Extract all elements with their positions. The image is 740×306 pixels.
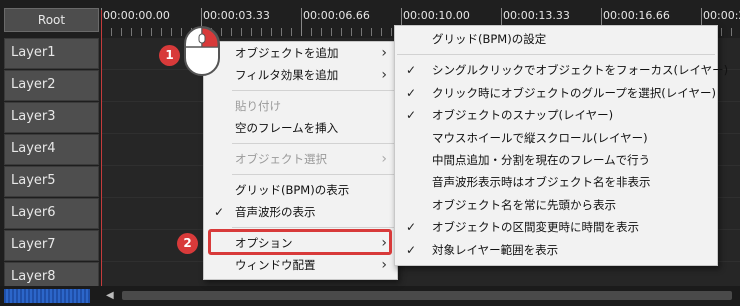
menu-item-label: オブジェクトのスナップ(レイヤー) xyxy=(432,108,614,123)
menu-item-label: ウィンドウ配置 xyxy=(235,258,316,272)
menu-item-label: クリック時にオブジェクトのグループを選択(レイヤー) xyxy=(432,85,716,100)
layer-header[interactable]: Layer5 xyxy=(4,166,99,197)
menu-item-label: オブジェクトを追加 xyxy=(235,46,339,60)
options-highlight-box xyxy=(208,229,392,255)
submenu-arrow-icon: › xyxy=(381,151,387,167)
menu-item-select-object[interactable]: オブジェクト選択 › xyxy=(204,148,397,170)
menu-item-label: オブジェクトの区間変更時に時間を表示 xyxy=(432,220,639,235)
bottom-bar: ◀ xyxy=(0,286,740,306)
ruler-time-label: 00:00:06.66 xyxy=(303,9,370,22)
menu-item-show-waveform[interactable]: ✓ 音声波形の表示 xyxy=(204,201,397,223)
menu-separator xyxy=(232,174,395,175)
layer-header[interactable]: Layer4 xyxy=(4,134,99,165)
menu-item-label: オブジェクト名を常に先頭から表示 xyxy=(432,197,616,212)
ruler-time-label: 00:00:03.33 xyxy=(203,9,270,22)
checkmark-icon: ✓ xyxy=(406,63,417,78)
menu-item-paste[interactable]: 貼り付け xyxy=(204,95,397,117)
step-badge-2: 2 xyxy=(177,233,198,254)
menu-item-show-target-layer-range[interactable]: ✓ 対象レイヤー範囲を表示 xyxy=(395,239,717,261)
menu-item-label: 空のフレームを挿入 xyxy=(235,121,339,135)
menu-item-click-select-group[interactable]: ✓ クリック時にオブジェクトのグループを選択(レイヤー) xyxy=(395,82,717,104)
ruler-time-label: 00:00:2 xyxy=(703,9,740,22)
ruler-time-label: 00:00:10.00 xyxy=(403,9,470,22)
menu-item-object-snap[interactable]: ✓ オブジェクトのスナップ(レイヤー) xyxy=(395,104,717,126)
ruler-time-label: 00:00:16.66 xyxy=(603,9,670,22)
submenu-arrow-icon: › xyxy=(381,67,387,83)
layer-list: Layer1 Layer2 Layer3 Layer4 Layer5 Layer… xyxy=(0,38,101,286)
menu-separator xyxy=(232,143,395,144)
menu-item-label: 音声波形表示時はオブジェクト名を非表示 xyxy=(432,175,651,190)
menu-item-hide-name-on-waveform[interactable]: 音声波形表示時はオブジェクト名を非表示 xyxy=(395,171,717,193)
layer-header[interactable]: Layer1 xyxy=(4,38,99,69)
checkmark-icon: ✓ xyxy=(406,242,417,257)
step-badge-1: 1 xyxy=(159,45,180,66)
menu-item-label: 音声波形の表示 xyxy=(235,205,316,219)
submenu-arrow-icon: › xyxy=(381,45,387,61)
menu-item-name-from-start[interactable]: オブジェクト名を常に先頭から表示 xyxy=(395,194,717,216)
checkmark-icon: ✓ xyxy=(406,220,417,235)
layer-header[interactable]: Layer6 xyxy=(4,198,99,229)
menu-item-midpoint-split-current[interactable]: 中間点追加・分割を現在のフレームで行う xyxy=(395,149,717,171)
menu-item-label: フィルタ効果を追加 xyxy=(235,68,339,82)
layer-header[interactable]: Layer8 xyxy=(4,262,99,286)
menu-item-add-object[interactable]: オブジェクトを追加 › xyxy=(204,42,397,64)
menu-item-show-grid[interactable]: グリッド(BPM)の表示 xyxy=(204,179,397,201)
menu-item-single-click-focus[interactable]: ✓ シングルクリックでオブジェクトをフォーカス(レイヤー) xyxy=(395,59,728,81)
menu-item-label: シングルクリックでオブジェクトをフォーカス(レイヤー) xyxy=(432,63,729,78)
scroll-left-arrow-icon[interactable]: ◀ xyxy=(106,289,118,303)
menu-item-grid-settings[interactable]: グリッド(BPM)の設定 xyxy=(395,28,717,50)
checkmark-icon: ✓ xyxy=(406,108,417,123)
menu-item-label: グリッド(BPM)の表示 xyxy=(235,183,350,197)
ruler-time-label: 00:00:13.33 xyxy=(503,9,570,22)
menu-item-wheel-vertical-scroll[interactable]: マウスホイールで縦スクロール(レイヤー) xyxy=(395,127,717,149)
checkmark-icon: ✓ xyxy=(214,205,225,219)
checkmark-icon: ✓ xyxy=(406,85,417,100)
menu-item-label: グリッド(BPM)の設定 xyxy=(432,32,547,46)
ruler-major-tick xyxy=(301,8,302,36)
menu-item-show-time-on-change[interactable]: ✓ オブジェクトの区間変更時に時間を表示 xyxy=(395,216,717,238)
root-button[interactable]: Root xyxy=(4,8,99,32)
menu-item-label: オブジェクト選択 xyxy=(235,152,327,166)
menu-item-window-layout[interactable]: ウィンドウ配置 › xyxy=(204,254,397,276)
layer-header[interactable]: Layer7 xyxy=(4,230,99,261)
layer-header[interactable]: Layer2 xyxy=(4,70,99,101)
menu-item-label: マウスホイールで縦スクロール(レイヤー) xyxy=(432,130,648,145)
menu-separator xyxy=(397,54,715,56)
menu-item-label: 中間点追加・分割を現在のフレームで行う xyxy=(432,152,651,167)
menu-separator xyxy=(232,227,395,228)
playhead-line[interactable] xyxy=(101,10,102,286)
menu-separator xyxy=(232,90,395,91)
ruler-time-label: 00:00:00.00 xyxy=(103,9,170,22)
menu-item-label: 対象レイヤー範囲を表示 xyxy=(432,242,559,257)
mouse-right-click-icon xyxy=(184,26,220,76)
layer-header[interactable]: Layer3 xyxy=(4,102,99,133)
menu-item-add-filter[interactable]: フィルタ効果を追加 › xyxy=(204,64,397,86)
menu-item-insert-empty-frame[interactable]: 空のフレームを挿入 xyxy=(204,117,397,139)
menu-item-label: 貼り付け xyxy=(235,99,281,113)
horizontal-scrollbar[interactable] xyxy=(122,291,732,300)
level-meter xyxy=(4,289,90,303)
submenu-arrow-icon: › xyxy=(381,257,387,273)
options-submenu: グリッド(BPM)の設定 ✓ シングルクリックでオブジェクトをフォーカス(レイヤ… xyxy=(394,25,728,266)
